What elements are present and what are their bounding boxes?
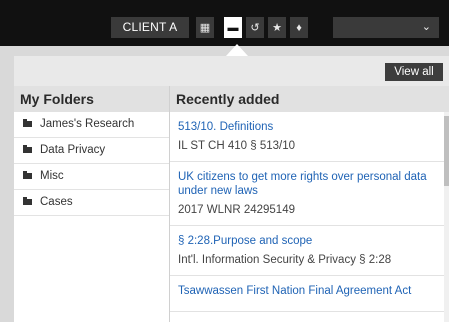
chevron-down-icon: ⌄ [421,21,431,33]
scrollbar-thumb[interactable] [444,116,449,186]
client-dropdown[interactable]: ⌄ [333,17,439,38]
history-icon: ↺ [250,22,260,34]
folder-icon [23,145,32,153]
folder-item[interactable]: Misc [14,164,169,190]
pin-icon: ♦ [296,21,302,34]
recent-item[interactable]: § 2:28.Purpose and scope Int'l. Informat… [170,226,449,276]
folder-icon [23,197,32,205]
view-all-button[interactable]: View all [385,63,443,81]
popover-caret [226,44,248,56]
folder-item[interactable]: Cases [14,190,169,216]
recently-added-column: Recently added 513/10. Definitions IL ST… [170,86,449,322]
recent-item[interactable]: 513/10. Definitions IL ST CH 410 § 513/1… [170,112,449,162]
folder-label: Cases [40,196,73,208]
grid-button[interactable]: ▦ [196,17,214,38]
recent-item-title[interactable]: Tsawwassen First Nation Final Agreement … [178,284,441,298]
folder-button[interactable]: ▬ [224,17,242,38]
recent-item-citation: Int'l. Information Security & Privacy § … [178,254,392,266]
recent-item[interactable]: Tsawwassen First Nation Final Agreement … [170,276,449,312]
folder-item[interactable]: Data Privacy [14,138,169,164]
panel-header: View all [14,56,449,86]
folder-label: Misc [40,170,64,182]
pin-button[interactable]: ♦ [290,17,308,38]
recently-added-title: Recently added [170,86,449,112]
folder-label: Data Privacy [40,144,106,156]
recent-item-title[interactable]: UK citizens to get more rights over pers… [178,170,441,198]
folder-item[interactable]: James's Research [14,112,169,138]
folder-icon [23,171,32,179]
history-button[interactable]: ↺ [246,17,264,38]
my-folders-column: My Folders James's Research Data Privacy… [14,86,170,322]
favorites-button[interactable]: ★ [268,17,286,38]
grid-icon: ▦ [199,22,211,34]
client-button[interactable]: CLIENT A [111,17,189,38]
top-toolbar: CLIENT A ▦ ▬ ↺ ★ ♦ ⌄ [0,0,449,46]
recent-item[interactable]: UK citizens to get more rights over pers… [170,162,449,226]
folder-icon [23,119,32,127]
recent-item-title[interactable]: 513/10. Definitions [178,120,441,134]
folder-icon: ▬ [227,21,239,34]
star-icon: ★ [272,22,282,34]
recent-item-title[interactable]: § 2:28.Purpose and scope [178,234,441,248]
recent-item-citation: IL ST CH 410 § 513/10 [178,140,295,152]
recent-item-citation: 2017 WLNR 24295149 [178,204,295,216]
folder-label: James's Research [40,118,135,130]
folders-popover: View all My Folders James's Research Dat… [14,56,449,322]
my-folders-title: My Folders [14,86,169,112]
